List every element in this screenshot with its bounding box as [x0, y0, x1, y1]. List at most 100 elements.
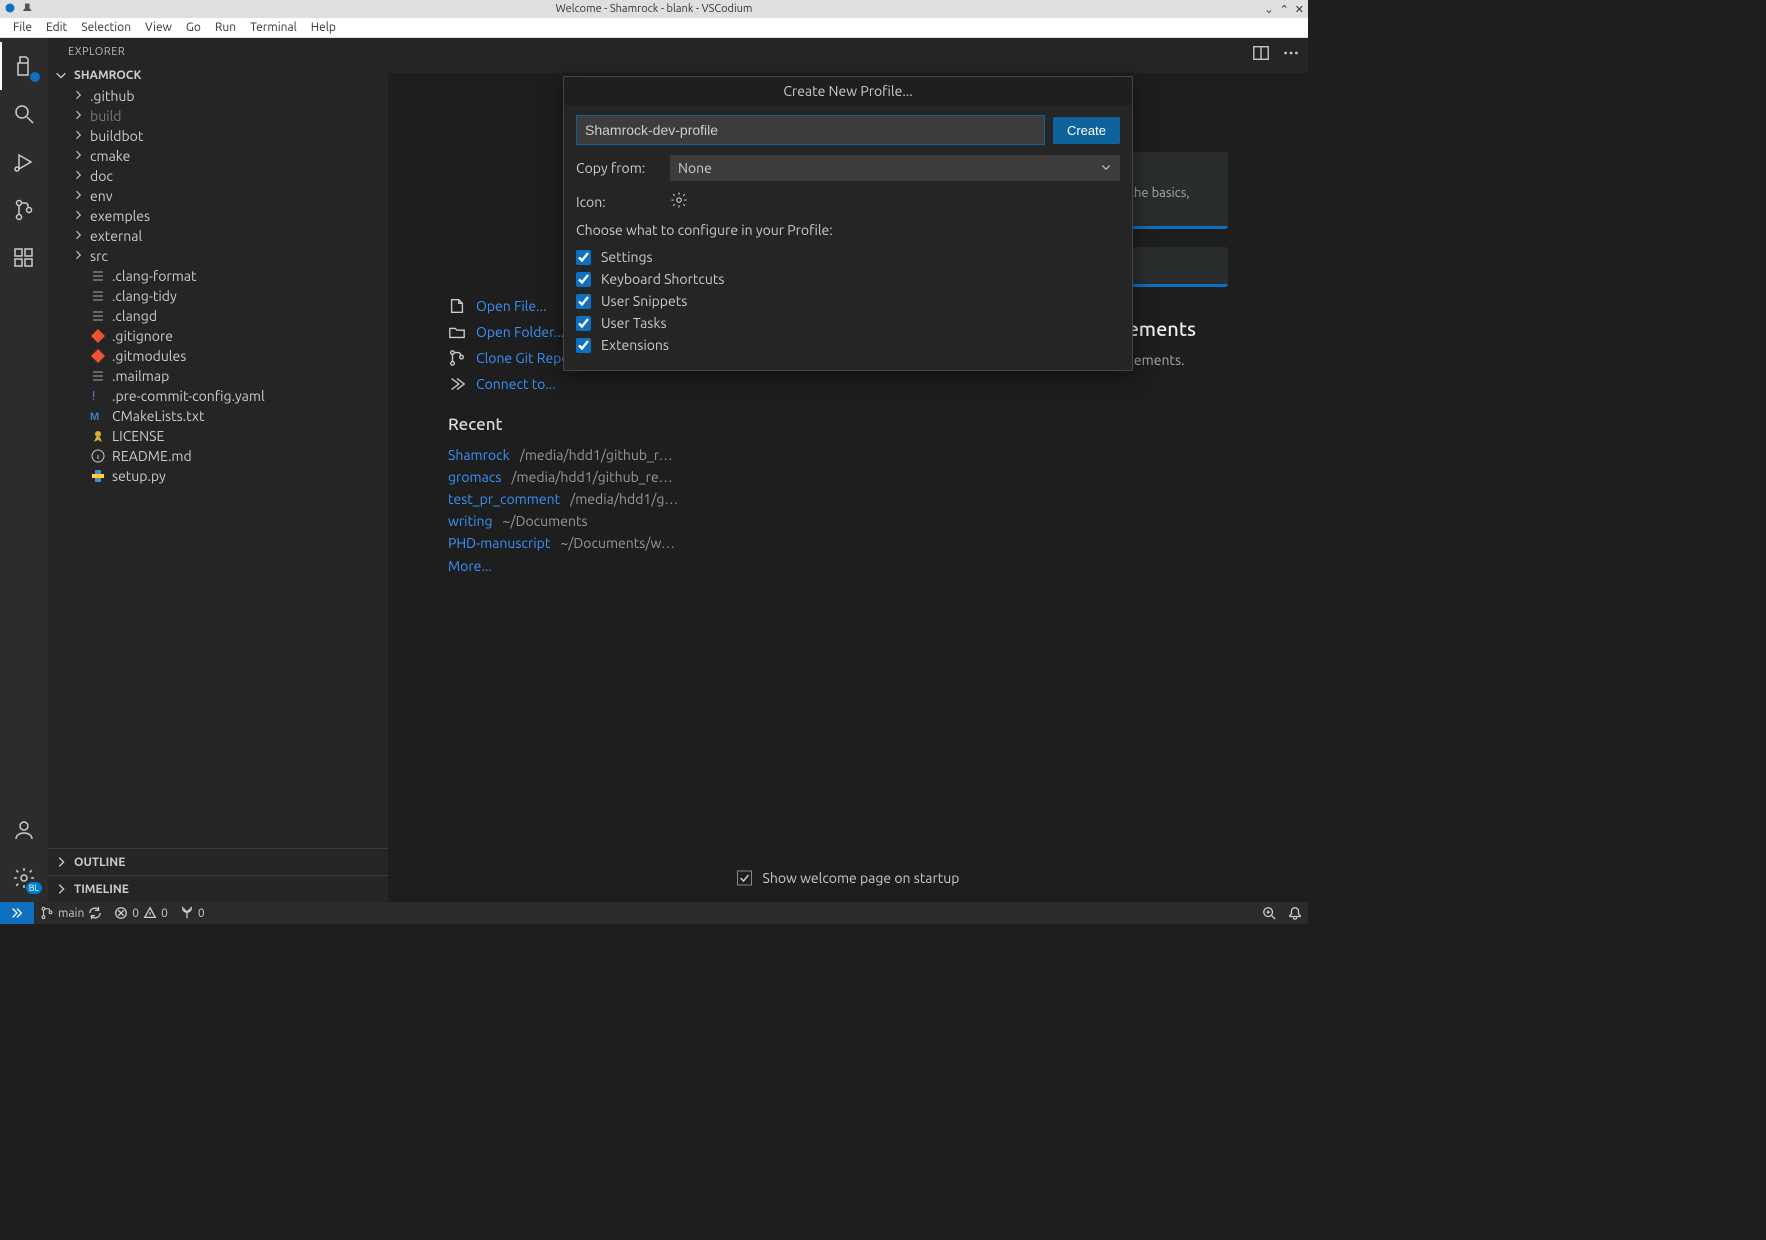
- pin-icon[interactable]: [22, 2, 34, 17]
- git-branch-icon: [448, 349, 466, 367]
- status-branch[interactable]: main: [34, 906, 108, 920]
- tree-folder[interactable]: build: [52, 106, 388, 126]
- profile-check-extensions[interactable]: Extensions: [576, 334, 1120, 356]
- tree-file[interactable]: .mailmap: [52, 366, 388, 386]
- checkbox[interactable]: [576, 338, 591, 353]
- timeline-section[interactable]: TIMELINE: [48, 875, 388, 902]
- tree-file[interactable]: .clang-tidy: [52, 286, 388, 306]
- profile-check-keyboard-shortcuts[interactable]: Keyboard Shortcuts: [576, 268, 1120, 290]
- maximize-icon[interactable]: ⌃: [1280, 3, 1289, 16]
- activity-account[interactable]: [0, 806, 48, 854]
- sync-icon: [88, 906, 102, 920]
- checkbox[interactable]: [576, 250, 591, 265]
- tree-file[interactable]: MCMakeLists.txt: [52, 406, 388, 426]
- tree-folder[interactable]: src: [52, 246, 388, 266]
- status-zoom[interactable]: [1256, 906, 1282, 920]
- tree-folder[interactable]: buildbot: [52, 126, 388, 146]
- menu-view[interactable]: View: [138, 21, 179, 34]
- recent-item[interactable]: test_pr_comment/media/hdd1/g…: [448, 488, 908, 510]
- profile-check-user-tasks[interactable]: User Tasks: [576, 312, 1120, 334]
- activity-settings[interactable]: BL: [0, 854, 48, 902]
- menu-selection[interactable]: Selection: [74, 21, 138, 34]
- menu-go[interactable]: Go: [179, 21, 208, 34]
- chevron-right-icon: [72, 208, 84, 224]
- file-icon: [90, 448, 106, 464]
- recent-path: /media/hdd1/github_r…: [520, 447, 673, 463]
- show-welcome-checkbox[interactable]: Show welcome page on startup: [737, 870, 960, 886]
- recent-heading: Recent: [448, 415, 908, 434]
- tree-file[interactable]: README.md: [52, 446, 388, 466]
- status-problems[interactable]: 0 0: [108, 906, 174, 920]
- tree-file[interactable]: setup.py: [52, 466, 388, 486]
- tree-folder[interactable]: cmake: [52, 146, 388, 166]
- close-icon[interactable]: ✕: [1295, 3, 1304, 16]
- start-connect-to[interactable]: Connect to...: [448, 371, 908, 397]
- tree-file[interactable]: .clang-format: [52, 266, 388, 286]
- tree-folder[interactable]: doc: [52, 166, 388, 186]
- tab-bar: [388, 38, 1308, 73]
- checkbox[interactable]: [576, 272, 591, 287]
- chevron-right-icon: [72, 188, 84, 204]
- recent-more[interactable]: More...: [448, 558, 492, 574]
- activity-explorer[interactable]: [0, 42, 48, 90]
- tree-file[interactable]: .clangd: [52, 306, 388, 326]
- checkbox[interactable]: [576, 316, 591, 331]
- remote-button[interactable]: [0, 902, 34, 924]
- tree-item-label: build: [90, 108, 121, 124]
- activity-source-control[interactable]: [0, 186, 48, 234]
- minimize-icon[interactable]: ⌄: [1264, 3, 1273, 16]
- recent-path: /media/hdd1/g…: [570, 491, 678, 507]
- status-errors-count: 0: [132, 907, 139, 920]
- editor-area: Open File... Open Folder... Clone Git Re…: [388, 38, 1308, 902]
- checkbox[interactable]: [576, 294, 591, 309]
- outline-label: OUTLINE: [74, 856, 125, 869]
- recent-item[interactable]: Shamrock/media/hdd1/github_r…: [448, 444, 908, 466]
- start-item-label: Connect to...: [476, 376, 556, 392]
- status-notifications[interactable]: [1282, 906, 1308, 920]
- status-bar: main 0 0 0: [0, 902, 1308, 924]
- tree-item-label: README.md: [112, 448, 192, 464]
- menu-terminal[interactable]: Terminal: [243, 21, 304, 34]
- copy-from-select[interactable]: None: [670, 155, 1120, 181]
- tree-file[interactable]: .gitignore: [52, 326, 388, 346]
- settings-badge: BL: [26, 882, 42, 894]
- tree-folder[interactable]: .github: [52, 86, 388, 106]
- start-item-label: Open Folder...: [476, 324, 564, 340]
- explorer-root[interactable]: SHAMROCK: [48, 64, 388, 86]
- svg-text:!: !: [90, 389, 97, 403]
- profile-name-input[interactable]: [576, 115, 1045, 145]
- file-icon: [90, 428, 106, 444]
- profile-check-user-snippets[interactable]: User Snippets: [576, 290, 1120, 312]
- recent-item[interactable]: writing~/Documents: [448, 510, 908, 532]
- tree-file[interactable]: .gitmodules: [52, 346, 388, 366]
- tree-file[interactable]: LICENSE: [52, 426, 388, 446]
- dialog-title: Create New Profile...: [564, 77, 1132, 105]
- more-actions-icon[interactable]: [1282, 44, 1300, 65]
- menu-help[interactable]: Help: [304, 21, 343, 34]
- activity-search[interactable]: [0, 90, 48, 138]
- recent-item[interactable]: gromacs/media/hdd1/github_re…: [448, 466, 908, 488]
- tree-file[interactable]: !.pre-commit-config.yaml: [52, 386, 388, 406]
- status-ports[interactable]: 0: [174, 906, 211, 920]
- gear-icon[interactable]: [670, 191, 688, 212]
- activity-debug[interactable]: [0, 138, 48, 186]
- check-label: User Snippets: [601, 293, 687, 309]
- split-editor-icon[interactable]: [1252, 44, 1270, 65]
- create-button[interactable]: Create: [1053, 117, 1120, 144]
- chevron-right-icon: [72, 128, 84, 144]
- activity-extensions[interactable]: [0, 234, 48, 282]
- profile-check-settings[interactable]: Settings: [576, 246, 1120, 268]
- menu-run[interactable]: Run: [208, 21, 243, 34]
- outline-section[interactable]: OUTLINE: [48, 848, 388, 875]
- recent-name: PHD-manuscript: [448, 535, 550, 551]
- recent-item[interactable]: PHD-manuscript~/Documents/w…: [448, 532, 908, 554]
- tree-folder[interactable]: env: [52, 186, 388, 206]
- bell-icon: [1288, 906, 1302, 920]
- menu-file[interactable]: File: [6, 21, 39, 34]
- chevron-right-icon: [54, 855, 68, 869]
- recent-name: gromacs: [448, 469, 501, 485]
- tree-folder[interactable]: external: [52, 226, 388, 246]
- tree-folder[interactable]: exemples: [52, 206, 388, 226]
- recent-path: /media/hdd1/github_re…: [511, 469, 672, 485]
- menu-edit[interactable]: Edit: [39, 21, 74, 34]
